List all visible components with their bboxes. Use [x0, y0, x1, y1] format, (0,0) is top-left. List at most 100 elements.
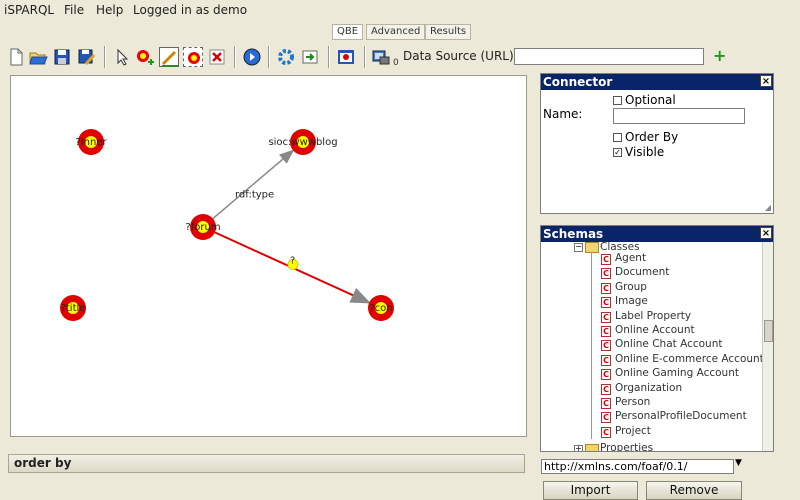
visible-checkbox[interactable]: ✓ Visible: [613, 145, 664, 159]
class-icon: C: [601, 354, 611, 366]
view-results-icon[interactable]: [336, 47, 356, 67]
class-icon: C: [601, 254, 611, 265]
graph-node[interactable]: ?forum: [185, 214, 221, 240]
node-label: ?title: [61, 303, 86, 314]
run-query-icon[interactable]: [242, 47, 262, 67]
tab-results[interactable]: Results: [425, 24, 472, 40]
schema-class-item[interactable]: Online Gaming Account: [615, 367, 739, 379]
graph-node[interactable]: sioc:wwwblog: [268, 129, 338, 155]
graph-node[interactable]: ?title: [60, 295, 86, 321]
schema-class-item[interactable]: Group: [615, 281, 647, 293]
class-icon: C: [601, 282, 611, 294]
pointer-icon[interactable]: [112, 47, 132, 67]
open-icon[interactable]: [28, 47, 48, 67]
class-icon: C: [601, 268, 611, 280]
schema-class-item[interactable]: Image: [615, 295, 648, 307]
add-data-source-button[interactable]: +: [713, 46, 726, 65]
save-icon[interactable]: [52, 47, 72, 67]
node-label: sioc:wwwblog: [268, 137, 337, 148]
data-source-icon[interactable]: [371, 47, 391, 67]
edge-label: ?: [290, 256, 295, 267]
menu-bar: iSPARQL File Help Logged in as demo: [0, 0, 800, 22]
connector-title: Connector: [543, 75, 613, 89]
optional-box[interactable]: [613, 96, 622, 105]
schemas-title-bar: Schemas ×: [541, 226, 773, 242]
schemas-title: Schemas: [543, 227, 604, 241]
tree-guide-line: [591, 252, 592, 440]
schema-class-item[interactable]: Person: [615, 396, 650, 408]
menu-help[interactable]: Help: [96, 3, 123, 17]
graph-node[interactable]: ?con: [368, 295, 394, 321]
schema-class-item[interactable]: Organization: [615, 382, 682, 394]
schema-class-item[interactable]: Online Account: [615, 324, 695, 336]
visible-box[interactable]: ✓: [613, 148, 622, 157]
order-by-box[interactable]: [613, 133, 622, 142]
schema-class-item[interactable]: Document: [615, 266, 669, 278]
resize-grip-icon[interactable]: ◢: [765, 203, 771, 212]
properties-folder-icon: [585, 444, 599, 451]
add-node-icon[interactable]: [135, 47, 155, 67]
visible-label: Visible: [625, 145, 665, 159]
import-button[interactable]: Import: [543, 481, 638, 500]
schema-class-item[interactable]: PersonalProfileDocument: [615, 410, 747, 422]
node-label: ?con: [369, 303, 392, 314]
schema-class-item[interactable]: Online E-commerce Account: [615, 353, 764, 365]
logged-in-label: Logged in as demo: [133, 3, 248, 17]
tab-qbe[interactable]: QBE: [332, 24, 364, 40]
order-by-bar[interactable]: order by: [8, 454, 525, 473]
node-label: ?Inner: [75, 137, 107, 148]
chevron-down-icon[interactable]: ▼: [735, 458, 742, 468]
delete-icon[interactable]: [207, 47, 227, 67]
node-label: ?forum: [185, 222, 220, 233]
connector-panel: Connector × Optional Name: Order By ✓ Vis…: [540, 73, 774, 214]
graph-edge[interactable]: [212, 149, 295, 220]
namespace-select[interactable]: http://xmlns.com/foaf/0.1/: [541, 459, 734, 474]
properties-folder[interactable]: Properties: [600, 442, 653, 451]
order-by-label: Order By: [625, 130, 679, 144]
schema-class-item[interactable]: Label Property: [615, 310, 691, 322]
class-icon: C: [601, 412, 611, 424]
expand-properties-icon[interactable]: +: [574, 445, 583, 451]
query-canvas[interactable]: rdf:type? ?Inner sioc:wwwblog ?forum ?title?…: [10, 75, 527, 437]
menu-file[interactable]: File: [64, 3, 84, 17]
save-as-icon[interactable]: [76, 47, 96, 67]
settings-icon[interactable]: [276, 47, 296, 67]
scrollbar-thumb[interactable]: [764, 320, 773, 342]
schema-class-item[interactable]: Agent: [615, 252, 646, 264]
data-source-label: Data Source (URL):: [403, 49, 518, 63]
schemas-close-icon[interactable]: ×: [760, 227, 772, 239]
class-icon: C: [601, 340, 611, 352]
optional-checkbox[interactable]: Optional: [613, 93, 676, 107]
remove-button[interactable]: Remove: [646, 481, 742, 500]
app-title: iSPARQL: [4, 3, 55, 17]
graph-node[interactable]: ?Inner: [75, 129, 107, 155]
group-icon[interactable]: [183, 47, 203, 67]
class-icon: C: [601, 311, 611, 323]
class-icon: C: [601, 426, 611, 438]
schema-class-item[interactable]: Project: [615, 425, 651, 437]
connector-tool-icon[interactable]: [159, 47, 179, 67]
optional-label: Optional: [625, 93, 676, 107]
order-by-checkbox[interactable]: Order By: [613, 130, 678, 144]
schemas-scrollbar[interactable]: [762, 242, 773, 451]
new-icon[interactable]: [6, 47, 26, 67]
folder-icon: [585, 242, 599, 253]
class-icon: C: [601, 326, 611, 337]
import-graph-icon[interactable]: [300, 47, 320, 67]
edge-label: rdf:type: [235, 190, 274, 201]
view-tabs: QBE Advanced Results: [0, 24, 800, 40]
query-graph[interactable]: rdf:type? ?Inner sioc:wwwblog ?forum ?title?…: [11, 76, 527, 437]
class-icon: C: [601, 398, 611, 409]
collapse-classes-icon[interactable]: −: [574, 243, 583, 252]
connector-close-icon[interactable]: ×: [760, 75, 772, 87]
class-icon: C: [601, 297, 611, 309]
connector-name-input[interactable]: [613, 108, 745, 124]
tab-advanced[interactable]: Advanced: [366, 24, 426, 40]
name-label: Name:: [543, 107, 583, 121]
class-icon: C: [601, 383, 611, 395]
schema-class-item[interactable]: Online Chat Account: [615, 338, 722, 350]
connector-title-bar: Connector ×: [541, 74, 773, 90]
data-source-count: 0: [393, 58, 399, 68]
data-source-input[interactable]: [514, 48, 704, 65]
class-icon: C: [601, 369, 611, 381]
